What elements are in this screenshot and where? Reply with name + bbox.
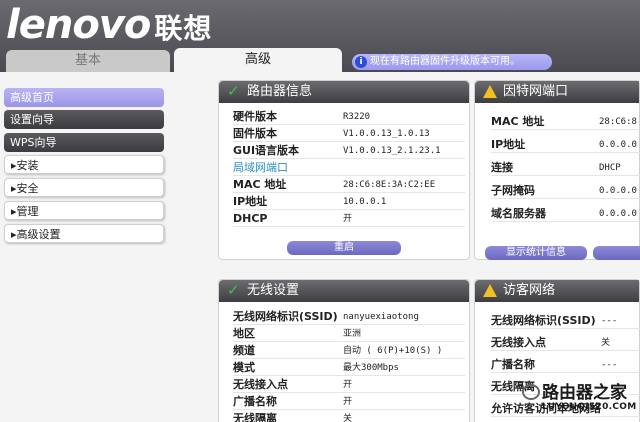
watermark: 路由器之家 LUYOUQI520.COM: [520, 378, 640, 422]
router-info-header: ✓ 路由器信息: [219, 81, 469, 103]
router-info-row: DHCP 开: [233, 211, 465, 227]
warning-icon: [483, 284, 497, 297]
router-info-row: IP地址 10.0.0.1: [233, 194, 465, 210]
notice-text: 现在有路由器固件升级版本可用。: [370, 56, 520, 67]
check-icon: ✓: [227, 82, 240, 100]
main-area: 高级首页 设置向导 WPS向导 ▸安装 ▸安全 ▸管理 ▸高级设置 ✓ 路由器信…: [0, 72, 640, 422]
sidebar-item-advanced-settings[interactable]: ▸高级设置: [4, 224, 164, 243]
watermark-text: 路由器之家: [542, 383, 627, 403]
lan-port-link[interactable]: 局域网端口: [233, 160, 465, 176]
sidebar-item-management[interactable]: ▸管理: [4, 201, 164, 220]
wireless-row: 频道 自动 ( 6(P)+10(S) ): [233, 343, 465, 359]
check-icon: ✓: [227, 281, 240, 299]
tab-basic[interactable]: 基本: [6, 50, 170, 72]
show-statistics-button[interactable]: 显示统计信息: [485, 246, 587, 260]
internet-port-row: IP地址 0.0.0.0: [491, 137, 640, 153]
tab-advanced[interactable]: 高级: [174, 48, 342, 72]
lenovo-logo: lenovo 联想: [6, 2, 213, 48]
internet-port-panel: 因特网端口 MAC 地址 28:C6:8 IP地址 0.0.0.0 连接 DHCP 子…: [474, 80, 640, 260]
sidebar-item-wps-wizard[interactable]: WPS向导: [4, 133, 164, 152]
firmware-upgrade-notice[interactable]: i 现在有路由器固件升级版本可用。: [352, 54, 552, 70]
internet-port-row: 子网掩码 0.0.0.0: [491, 183, 640, 199]
sidebar-item-advanced-home[interactable]: 高级首页: [4, 88, 164, 107]
router-info-row: 固件版本 V1.0.0.13_1.0.13: [233, 126, 465, 142]
sidebar-item-setup-wizard[interactable]: 设置向导: [4, 110, 164, 129]
warning-icon: [483, 85, 497, 98]
guest-row: 广播名称 ---: [491, 357, 640, 373]
internet-port-row: 域名服务器 0.0.0.0: [491, 206, 640, 222]
internet-port-title: 因特网端口: [503, 84, 569, 99]
guest-row: 无线接入点关: [491, 335, 640, 351]
router-info-title: 路由器信息: [247, 84, 313, 99]
wireless-row: 广播名称开: [233, 394, 465, 410]
wireless-row: 模式 最大300Mbps: [233, 360, 465, 376]
sidebar-item-setup[interactable]: ▸安装: [4, 155, 164, 174]
router-info-row: GUI语言版本 V1.0.0.13_2.1.23.1: [233, 143, 465, 159]
internet-port-row: MAC 地址 28:C6:8: [491, 114, 640, 130]
wireless-row: 地区 亚洲: [233, 326, 465, 342]
router-info-row: MAC 地址 28:C6:8E:3A:C2:EE: [233, 177, 465, 193]
wireless-settings-header: ✓ 无线设置: [219, 280, 469, 302]
wireless-row: 无线网络标识(SSID) nanyuexiaotong: [233, 309, 465, 325]
guest-row: 无线网络标识(SSID) ---: [491, 313, 640, 329]
guest-network-header: 访客网络: [475, 280, 639, 302]
wireless-settings-title: 无线设置: [247, 283, 300, 298]
watermark-url: LUYOUQI520.COM: [542, 402, 637, 412]
router-info-panel: ✓ 路由器信息 硬件版本 R3220 固件版本 V1.0.0.13_1.0.13 G…: [218, 80, 470, 260]
guest-network-title: 访客网络: [503, 283, 556, 298]
wireless-row: 无线隔离关: [233, 411, 465, 422]
header: lenovo 联想 基本 高级 i 现在有路由器固件升级版本可用。: [0, 0, 640, 72]
sidebar-item-security[interactable]: ▸安全: [4, 178, 164, 197]
internet-port-row: 连接 DHCP: [491, 160, 640, 176]
watermark-logo-icon: [522, 384, 540, 400]
wireless-row: 无线接入点开: [233, 377, 465, 393]
info-icon: i: [355, 56, 367, 68]
wireless-settings-panel: ✓ 无线设置 无线网络标识(SSID) nanyuexiaotong 地区 亚洲 频…: [218, 279, 470, 422]
router-info-row: 硬件版本 R3220: [233, 109, 465, 125]
internet-port-header: 因特网端口: [475, 81, 639, 103]
connection-status-button[interactable]: [593, 246, 640, 260]
reboot-button[interactable]: 重启: [287, 241, 401, 255]
